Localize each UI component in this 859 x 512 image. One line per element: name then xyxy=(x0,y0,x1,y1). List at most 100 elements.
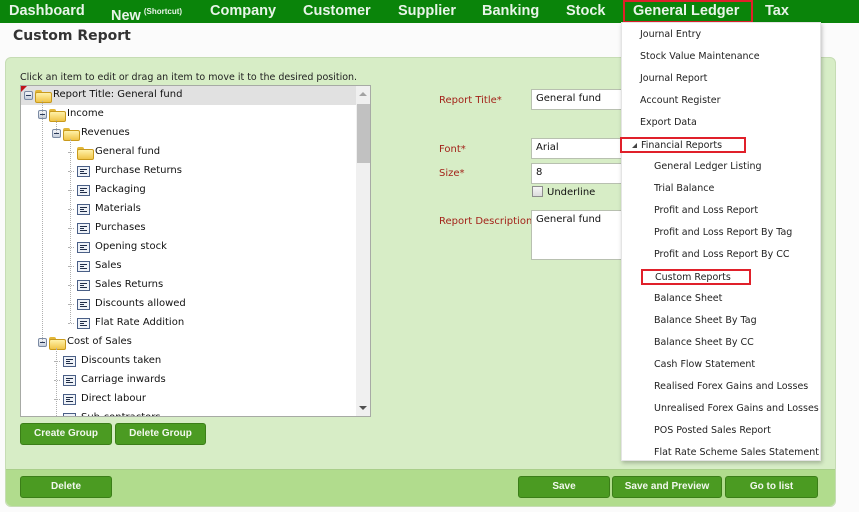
nav-customer[interactable]: Customer xyxy=(303,0,371,23)
tree-node[interactable]: Opening stock xyxy=(21,238,357,257)
menu-item-profit-and-loss-report[interactable]: Profit and Loss Report xyxy=(654,203,758,219)
nav-supplier[interactable]: Supplier xyxy=(398,0,456,23)
tree-connector xyxy=(42,101,43,342)
account-item-icon xyxy=(77,166,90,177)
underline-label: Underline xyxy=(547,187,596,198)
menu-item-stock-value-maintenance[interactable]: Stock Value Maintenance xyxy=(640,49,760,65)
menu-item-financial-reports[interactable]: Financial Reports xyxy=(620,137,746,153)
tree-node-label: Discounts allowed xyxy=(95,298,186,309)
menu-item-journal-report[interactable]: Journal Report xyxy=(640,71,707,87)
account-item-icon xyxy=(77,242,90,253)
expand-triangle-icon xyxy=(632,143,637,148)
underline-checkbox[interactable] xyxy=(532,186,543,197)
menu-item-balance-sheet-by-tag[interactable]: Balance Sheet By Tag xyxy=(654,313,757,329)
tree-content: Report Title: General fund Income Revenues… xyxy=(21,86,357,416)
tree-connector xyxy=(68,323,74,324)
menu-item-unrealised-forex-gains-and-losses[interactable]: Unrealised Forex Gains and Losses xyxy=(654,401,819,417)
go-to-list-button[interactable]: Go to list xyxy=(725,476,818,498)
tree-node[interactable]: Revenues xyxy=(21,124,357,143)
tree-node[interactable]: Sub-contractors xyxy=(21,409,357,416)
menu-item-realised-forex-gains-and-losses[interactable]: Realised Forex Gains and Losses xyxy=(654,379,808,395)
tree-node[interactable]: Cost of Sales xyxy=(21,333,357,352)
tree-node[interactable]: Income xyxy=(21,105,357,124)
tree-node[interactable]: Packaging xyxy=(21,181,357,200)
page-title: Custom Report xyxy=(13,28,131,44)
tree-node[interactable]: Purchase Returns xyxy=(21,162,357,181)
delete-group-button[interactable]: Delete Group xyxy=(115,423,206,445)
size-input[interactable]: 8 xyxy=(531,163,631,184)
menu-item-balance-sheet-by-cc[interactable]: Balance Sheet By CC xyxy=(654,335,754,351)
tree-connector xyxy=(68,304,74,305)
menu-item-journal-entry[interactable]: Journal Entry xyxy=(640,27,701,43)
tree-connector xyxy=(68,266,74,267)
tree-node[interactable]: Sales xyxy=(21,257,357,276)
tree-node[interactable]: Report Title: General fund xyxy=(21,86,357,105)
nav-general-ledger[interactable]: General Ledger xyxy=(623,0,754,23)
tree-node[interactable]: Flat Rate Addition xyxy=(21,314,357,333)
tree-node[interactable]: Sales Returns xyxy=(21,276,357,295)
tree-node[interactable]: Direct labour xyxy=(21,390,357,409)
menu-item-export-data[interactable]: Export Data xyxy=(640,115,697,131)
menu-item-pos-posted-sales-report[interactable]: POS Posted Sales Report xyxy=(654,423,771,439)
scroll-up-arrow-icon[interactable] xyxy=(359,92,367,96)
nav-new[interactable]: New (Shortcut) xyxy=(111,0,183,24)
account-item-icon xyxy=(77,223,90,234)
nav-banking[interactable]: Banking xyxy=(482,0,539,23)
menu-item-flat-rate-scheme-sales-statement[interactable]: Flat Rate Scheme Sales Statement xyxy=(654,445,819,461)
tree-connector xyxy=(56,348,57,416)
tree-node[interactable]: Discounts allowed xyxy=(21,295,357,314)
menu-item-general-ledger-listing[interactable]: General Ledger Listing xyxy=(654,159,762,175)
scroll-down-arrow-icon[interactable] xyxy=(359,406,367,410)
collapse-toggle-icon[interactable] xyxy=(24,91,33,100)
save-button[interactable]: Save xyxy=(518,476,610,498)
account-item-icon xyxy=(77,280,90,291)
tree-node-label: Sub-contractors xyxy=(81,412,161,416)
tree-connector xyxy=(70,139,71,323)
tree-node[interactable]: General fund xyxy=(21,143,357,162)
save-and-preview-button[interactable]: Save and Preview xyxy=(612,476,722,498)
tree-node-label: Report Title: General fund xyxy=(53,89,183,100)
report-title-input[interactable]: General fund xyxy=(531,89,631,110)
menu-item-balance-sheet[interactable]: Balance Sheet xyxy=(654,291,722,307)
tree-node[interactable]: Carriage inwards xyxy=(21,371,357,390)
tree-node-label: Flat Rate Addition xyxy=(95,317,185,328)
tree-connector xyxy=(68,247,74,248)
tree-node-label: Purchase Returns xyxy=(95,165,182,176)
account-item-icon xyxy=(77,185,90,196)
nav-company[interactable]: Company xyxy=(210,0,276,23)
scroll-thumb[interactable] xyxy=(357,104,370,163)
account-item-icon xyxy=(77,261,90,272)
delete-button[interactable]: Delete xyxy=(20,476,112,498)
report-description-label: Report Description* xyxy=(439,216,538,227)
tree-connector xyxy=(68,209,74,210)
tree-node[interactable]: Discounts taken xyxy=(21,352,357,371)
folder-icon xyxy=(49,109,66,122)
tree-connector xyxy=(68,228,74,229)
report-tree[interactable]: Report Title: General fund Income Revenues… xyxy=(20,85,371,417)
account-item-icon xyxy=(63,375,76,386)
menu-item-cash-flow-statement[interactable]: Cash Flow Statement xyxy=(654,357,755,373)
menu-item-profit-and-loss-report-by-cc[interactable]: Profit and Loss Report By CC xyxy=(654,247,790,263)
menu-item-label: Financial Reports xyxy=(641,140,723,151)
menu-item-profit-and-loss-report-by-tag[interactable]: Profit and Loss Report By Tag xyxy=(654,225,792,241)
tree-node-label: Packaging xyxy=(95,184,146,195)
report-description-textarea[interactable]: General fund xyxy=(531,210,631,260)
tree-scrollbar[interactable] xyxy=(356,86,370,416)
nav-new-label: New xyxy=(111,8,141,24)
nav-tax[interactable]: Tax xyxy=(765,0,789,23)
tree-connector xyxy=(54,399,60,400)
create-group-button[interactable]: Create Group xyxy=(20,423,112,445)
tree-node[interactable]: Purchases xyxy=(21,219,357,238)
nav-stock[interactable]: Stock xyxy=(566,0,606,23)
menu-item-trial-balance[interactable]: Trial Balance xyxy=(654,181,714,197)
font-select[interactable]: Arial xyxy=(531,138,631,159)
top-nav: Dashboard New (Shortcut) Company Customer… xyxy=(0,0,859,24)
menu-item-custom-reports[interactable]: Custom Reports xyxy=(641,269,751,285)
tree-node-label: Income xyxy=(67,108,104,119)
menu-item-account-register[interactable]: Account Register xyxy=(640,93,721,109)
nav-dashboard[interactable]: Dashboard xyxy=(9,0,85,23)
tree-node-label: Materials xyxy=(95,203,141,214)
tree-node[interactable]: Materials xyxy=(21,200,357,219)
tree-connector xyxy=(56,120,57,133)
nav-new-shortcut: (Shortcut) xyxy=(143,7,183,16)
